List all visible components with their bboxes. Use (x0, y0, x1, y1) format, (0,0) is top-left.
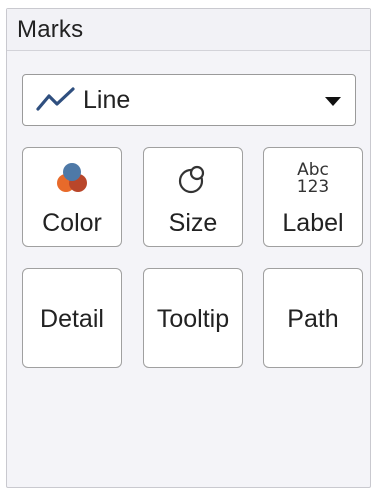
marks-panel: Marks Line Color Size Abc 123 Label Deta… (6, 8, 371, 488)
tooltip-button-label: Tooltip (156, 305, 230, 333)
detail-button-label: Detail (40, 305, 104, 333)
size-button-label: Size (168, 209, 218, 237)
color-button[interactable]: Color (22, 147, 122, 247)
size-button[interactable]: Size (143, 147, 243, 247)
line-chart-icon (35, 85, 79, 115)
label-button-label: Label (282, 209, 344, 237)
panel-title: Marks (17, 15, 84, 43)
tooltip-button[interactable]: Tooltip (143, 268, 243, 368)
color-circles-icon (55, 162, 89, 201)
mark-type-dropdown[interactable]: Line (22, 74, 356, 126)
mark-type-selected-value: Line (83, 85, 131, 114)
color-button-label: Color (42, 209, 102, 237)
path-button-label: Path (287, 305, 339, 333)
detail-button[interactable]: Detail (22, 268, 122, 368)
abc-icon-text-bottom: 123 (296, 177, 330, 197)
size-circles-icon (176, 162, 210, 201)
label-button[interactable]: Abc 123 Label (263, 147, 363, 247)
chevron-down-icon[interactable] (325, 97, 341, 106)
marks-panel-header: Marks (7, 9, 370, 51)
path-button[interactable]: Path (263, 268, 363, 368)
abc-123-icon: Abc 123 (297, 162, 329, 196)
